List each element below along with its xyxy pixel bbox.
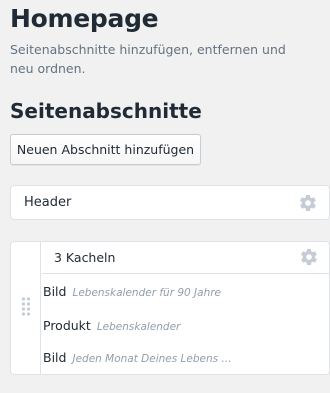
sections-heading: Seitenabschnitte xyxy=(10,99,202,123)
block-type: Bild xyxy=(43,284,67,299)
block-row[interactable]: Bild Lebenskalender für 90 Jahre xyxy=(43,284,221,299)
add-section-button[interactable]: Neuen Abschnitt hinzufügen xyxy=(10,134,201,165)
block-description: Jeden Monat Deines Lebens ... xyxy=(72,353,232,365)
drag-handle[interactable] xyxy=(11,242,41,374)
page-description: Seitenabschnitte hinzufügen, entfernen u… xyxy=(10,42,286,76)
gear-icon[interactable] xyxy=(299,194,317,212)
block-description: Lebenskalender für 90 Jahre xyxy=(72,287,222,299)
block-row[interactable]: Bild Jeden Monat Deines Lebens ... xyxy=(43,350,231,365)
block-type: Produkt xyxy=(43,318,91,333)
header-section-card[interactable]: Header xyxy=(10,185,330,220)
header-section-label: Header xyxy=(24,195,72,210)
block-row[interactable]: Produkt Lebenskalender xyxy=(43,318,180,333)
page-title: Homepage xyxy=(10,4,159,33)
block-description: Lebenskalender xyxy=(96,321,181,333)
tiles-section-label: 3 Kacheln xyxy=(54,250,116,265)
tiles-section-header[interactable]: 3 Kacheln xyxy=(42,242,329,274)
drag-handle-icon xyxy=(21,296,31,320)
gear-icon[interactable] xyxy=(300,248,318,266)
block-type: Bild xyxy=(43,350,67,365)
